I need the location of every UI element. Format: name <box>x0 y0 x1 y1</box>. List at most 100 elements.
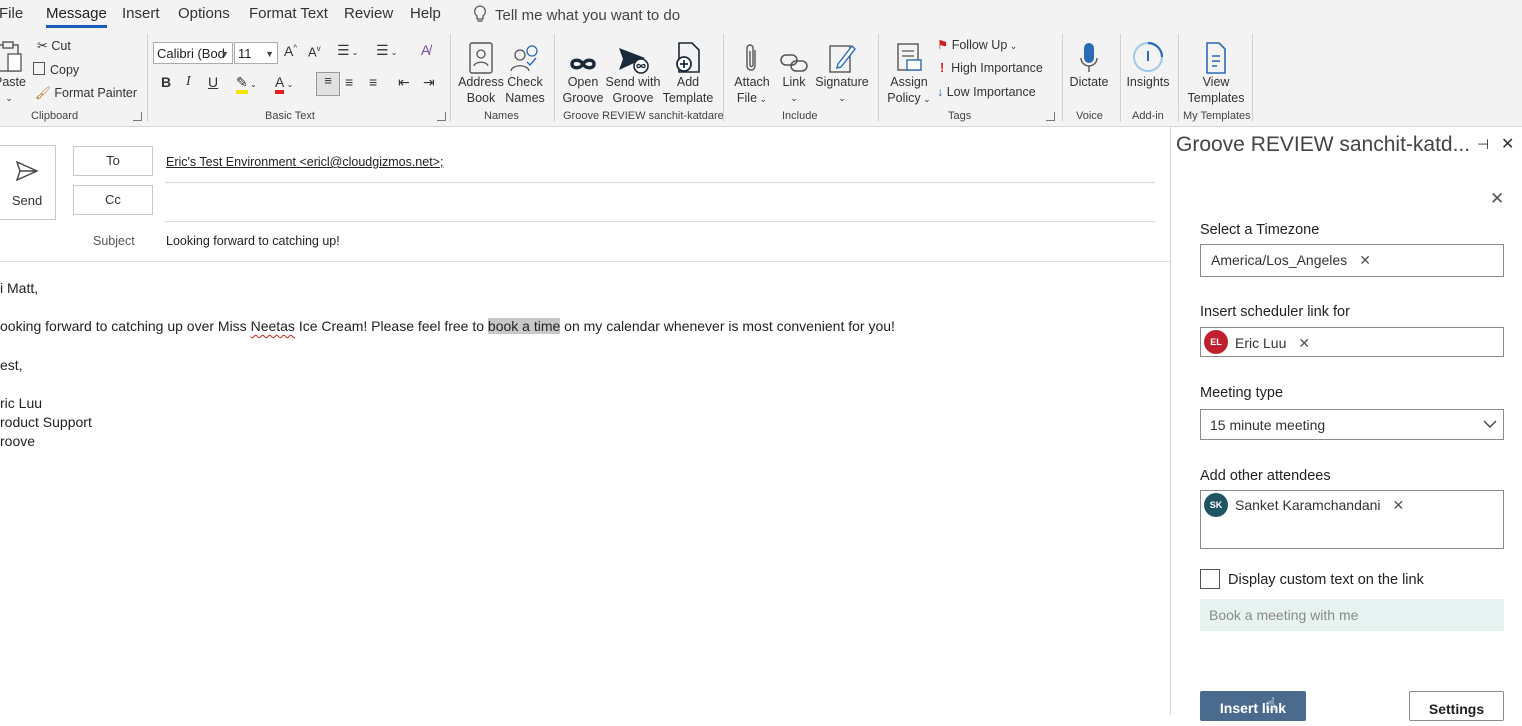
mouse-cursor-icon: ☝ <box>1265 694 1276 714</box>
shrink-font-icon[interactable]: Av <box>308 44 321 59</box>
signature-button[interactable]: Signature ⌄ <box>814 38 870 106</box>
address-book-label-1: Address <box>458 75 504 89</box>
tab-help[interactable]: Help <box>410 5 441 22</box>
message-body[interactable]: i Matt, ooking forward to catching up ov… <box>0 262 1170 715</box>
remove-icon[interactable]: ✕ <box>1359 252 1371 268</box>
low-importance-label: Low Importance <box>946 85 1036 99</box>
tab-options[interactable]: Options <box>178 5 230 22</box>
highlight-icon[interactable]: ✎ ⌄ <box>236 74 257 94</box>
signature-company: roove <box>0 433 36 449</box>
tell-me-search[interactable]: Tell me what you want to do <box>473 5 680 24</box>
scheduler-select[interactable]: EL Eric Luu ✕ <box>1200 327 1504 357</box>
align-center-icon[interactable]: ≡ <box>345 74 353 90</box>
tab-review[interactable]: Review <box>344 5 393 22</box>
link-label: Link <box>782 75 806 89</box>
group-label-groove: Groove REVIEW sanchit-katdare <box>563 110 724 122</box>
low-importance-button[interactable]: ↓ Low Importance <box>937 85 1036 99</box>
tab-file[interactable]: File <box>0 5 23 22</box>
decrease-indent-icon[interactable]: ⇤ <box>398 74 410 91</box>
scheduler-label: Insert scheduler link for <box>1200 304 1350 320</box>
send-with-groove-button[interactable]: Send with Groove <box>604 38 662 106</box>
font-size-select[interactable]: 11 ▼ <box>234 42 278 64</box>
cut-button[interactable]: ✂ Cut <box>37 38 71 54</box>
group-label-add-in: Add-in <box>1132 110 1164 122</box>
open-groove-button[interactable]: Open Groove <box>560 38 606 106</box>
font-color-icon[interactable]: A ⌄ <box>275 74 293 94</box>
follow-up-button[interactable]: ⚑ Follow Up ⌄ <box>937 37 1017 52</box>
copy-button[interactable]: Copy <box>33 62 79 77</box>
clear-formatting-icon[interactable]: A̸ <box>421 42 430 58</box>
cc-button[interactable]: Cc <box>73 185 153 215</box>
signature-label: Signature <box>815 75 869 89</box>
chevron-down-icon: ▼ <box>220 49 229 59</box>
check-names-button[interactable]: Check Names <box>504 38 546 106</box>
align-right-icon[interactable]: ≡ <box>369 74 377 90</box>
avatar: EL <box>1204 330 1228 354</box>
numbering-icon[interactable]: ☰ ⌄ <box>376 42 398 59</box>
tab-insert[interactable]: Insert <box>122 5 160 22</box>
book-a-time-selection[interactable]: book a time <box>487 318 561 334</box>
timezone-value: America/Los_Angeles <box>1211 252 1348 268</box>
assign-policy-button[interactable]: Assign Policy ⌄ <box>884 38 934 107</box>
timezone-select[interactable]: America/Los_Angeles ✕ <box>1200 244 1504 277</box>
increase-indent-icon[interactable]: ⇥ <box>423 74 435 91</box>
ribbon-separator <box>147 34 148 122</box>
ribbon-separator <box>450 34 451 122</box>
add-template-button[interactable]: Add Template <box>661 38 715 106</box>
remove-icon[interactable]: ✕ <box>1298 335 1310 351</box>
to-button[interactable]: To <box>73 146 153 176</box>
underline-button[interactable]: U <box>208 74 218 90</box>
pane-close-icon[interactable]: ✕ <box>1501 134 1514 154</box>
chevron-down-icon: ⌄ <box>790 93 798 103</box>
bold-button[interactable]: B <box>161 74 171 90</box>
lightbulb-icon <box>474 5 486 22</box>
remove-icon[interactable]: ✕ <box>1393 497 1405 513</box>
italic-button[interactable]: I <box>186 74 191 90</box>
dictate-button[interactable]: Dictate <box>1066 38 1112 90</box>
high-importance-button[interactable]: ! High Importance <box>940 61 1043 75</box>
arrow-down-icon: ↓ <box>937 85 944 99</box>
group-label-basic-text: Basic Text <box>265 110 315 122</box>
font-name-select[interactable]: Calibri (Bod ▼ <box>153 42 233 64</box>
to-recipient[interactable]: Eric's Test Environment <ericl@cloudgizm… <box>166 155 443 169</box>
meeting-type-select[interactable]: 15 minute meeting <box>1200 409 1504 440</box>
custom-text-checkbox[interactable] <box>1200 569 1220 589</box>
attach-file-label-2: File <box>736 91 758 105</box>
address-book-button[interactable]: Address Book <box>456 38 506 106</box>
basic-text-launcher-icon[interactable] <box>437 112 446 121</box>
link-button[interactable]: Link ⌄ <box>775 38 813 106</box>
attendees-input[interactable]: SK Sanket Karamchandani ✕ <box>1200 490 1504 549</box>
cc-input[interactable] <box>166 188 1154 220</box>
scheduler-chip: Eric Luu ✕ <box>1235 335 1310 352</box>
bullets-icon[interactable]: ☰ ⌄ <box>337 42 359 59</box>
close-icon[interactable]: ✕ <box>1490 189 1504 209</box>
misspelled-word[interactable]: Neetas <box>251 318 295 334</box>
grow-font-icon[interactable]: A^ <box>284 43 297 59</box>
add-template-label-2: Template <box>662 91 714 105</box>
format-painter-button[interactable]: 🖌 Format Painter <box>35 86 137 101</box>
settings-button[interactable]: Settings <box>1409 691 1504 721</box>
insights-icon <box>1133 41 1164 72</box>
link-icon <box>780 54 808 72</box>
view-templates-button[interactable]: View Templates <box>1184 38 1248 106</box>
tab-format-text[interactable]: Format Text <box>249 5 328 22</box>
tags-launcher-icon[interactable] <box>1046 112 1055 121</box>
send-button[interactable]: Send <box>0 145 56 220</box>
insights-button[interactable]: Insights <box>1124 38 1172 90</box>
attach-file-button[interactable]: Attach File ⌄ <box>731 38 773 107</box>
signature-title: roduct Support <box>0 414 92 430</box>
align-left-icon[interactable]: ≡ <box>316 72 340 96</box>
send-groove-icon <box>619 48 649 74</box>
infinity-icon <box>570 58 596 70</box>
attendee-chip: Sanket Karamchandani ✕ <box>1235 497 1404 514</box>
groove-side-pane: Groove REVIEW sanchit-katd... ⊣ ✕ ✕ Sele… <box>1171 127 1522 715</box>
custom-text-input[interactable]: Book a meeting with me <box>1200 599 1504 631</box>
paste-button[interactable]: Paste ⌄ <box>0 38 26 106</box>
chevron-down-icon <box>1483 420 1497 428</box>
tab-message[interactable]: Message <box>46 5 107 28</box>
pin-icon[interactable]: ⊣ <box>1477 136 1489 153</box>
subject-input[interactable]: Looking forward to catching up! <box>166 234 340 248</box>
ribbon-separator <box>1252 34 1253 122</box>
clipboard-launcher-icon[interactable] <box>133 112 142 121</box>
insert-link-button[interactable]: Insert link <box>1200 691 1306 721</box>
